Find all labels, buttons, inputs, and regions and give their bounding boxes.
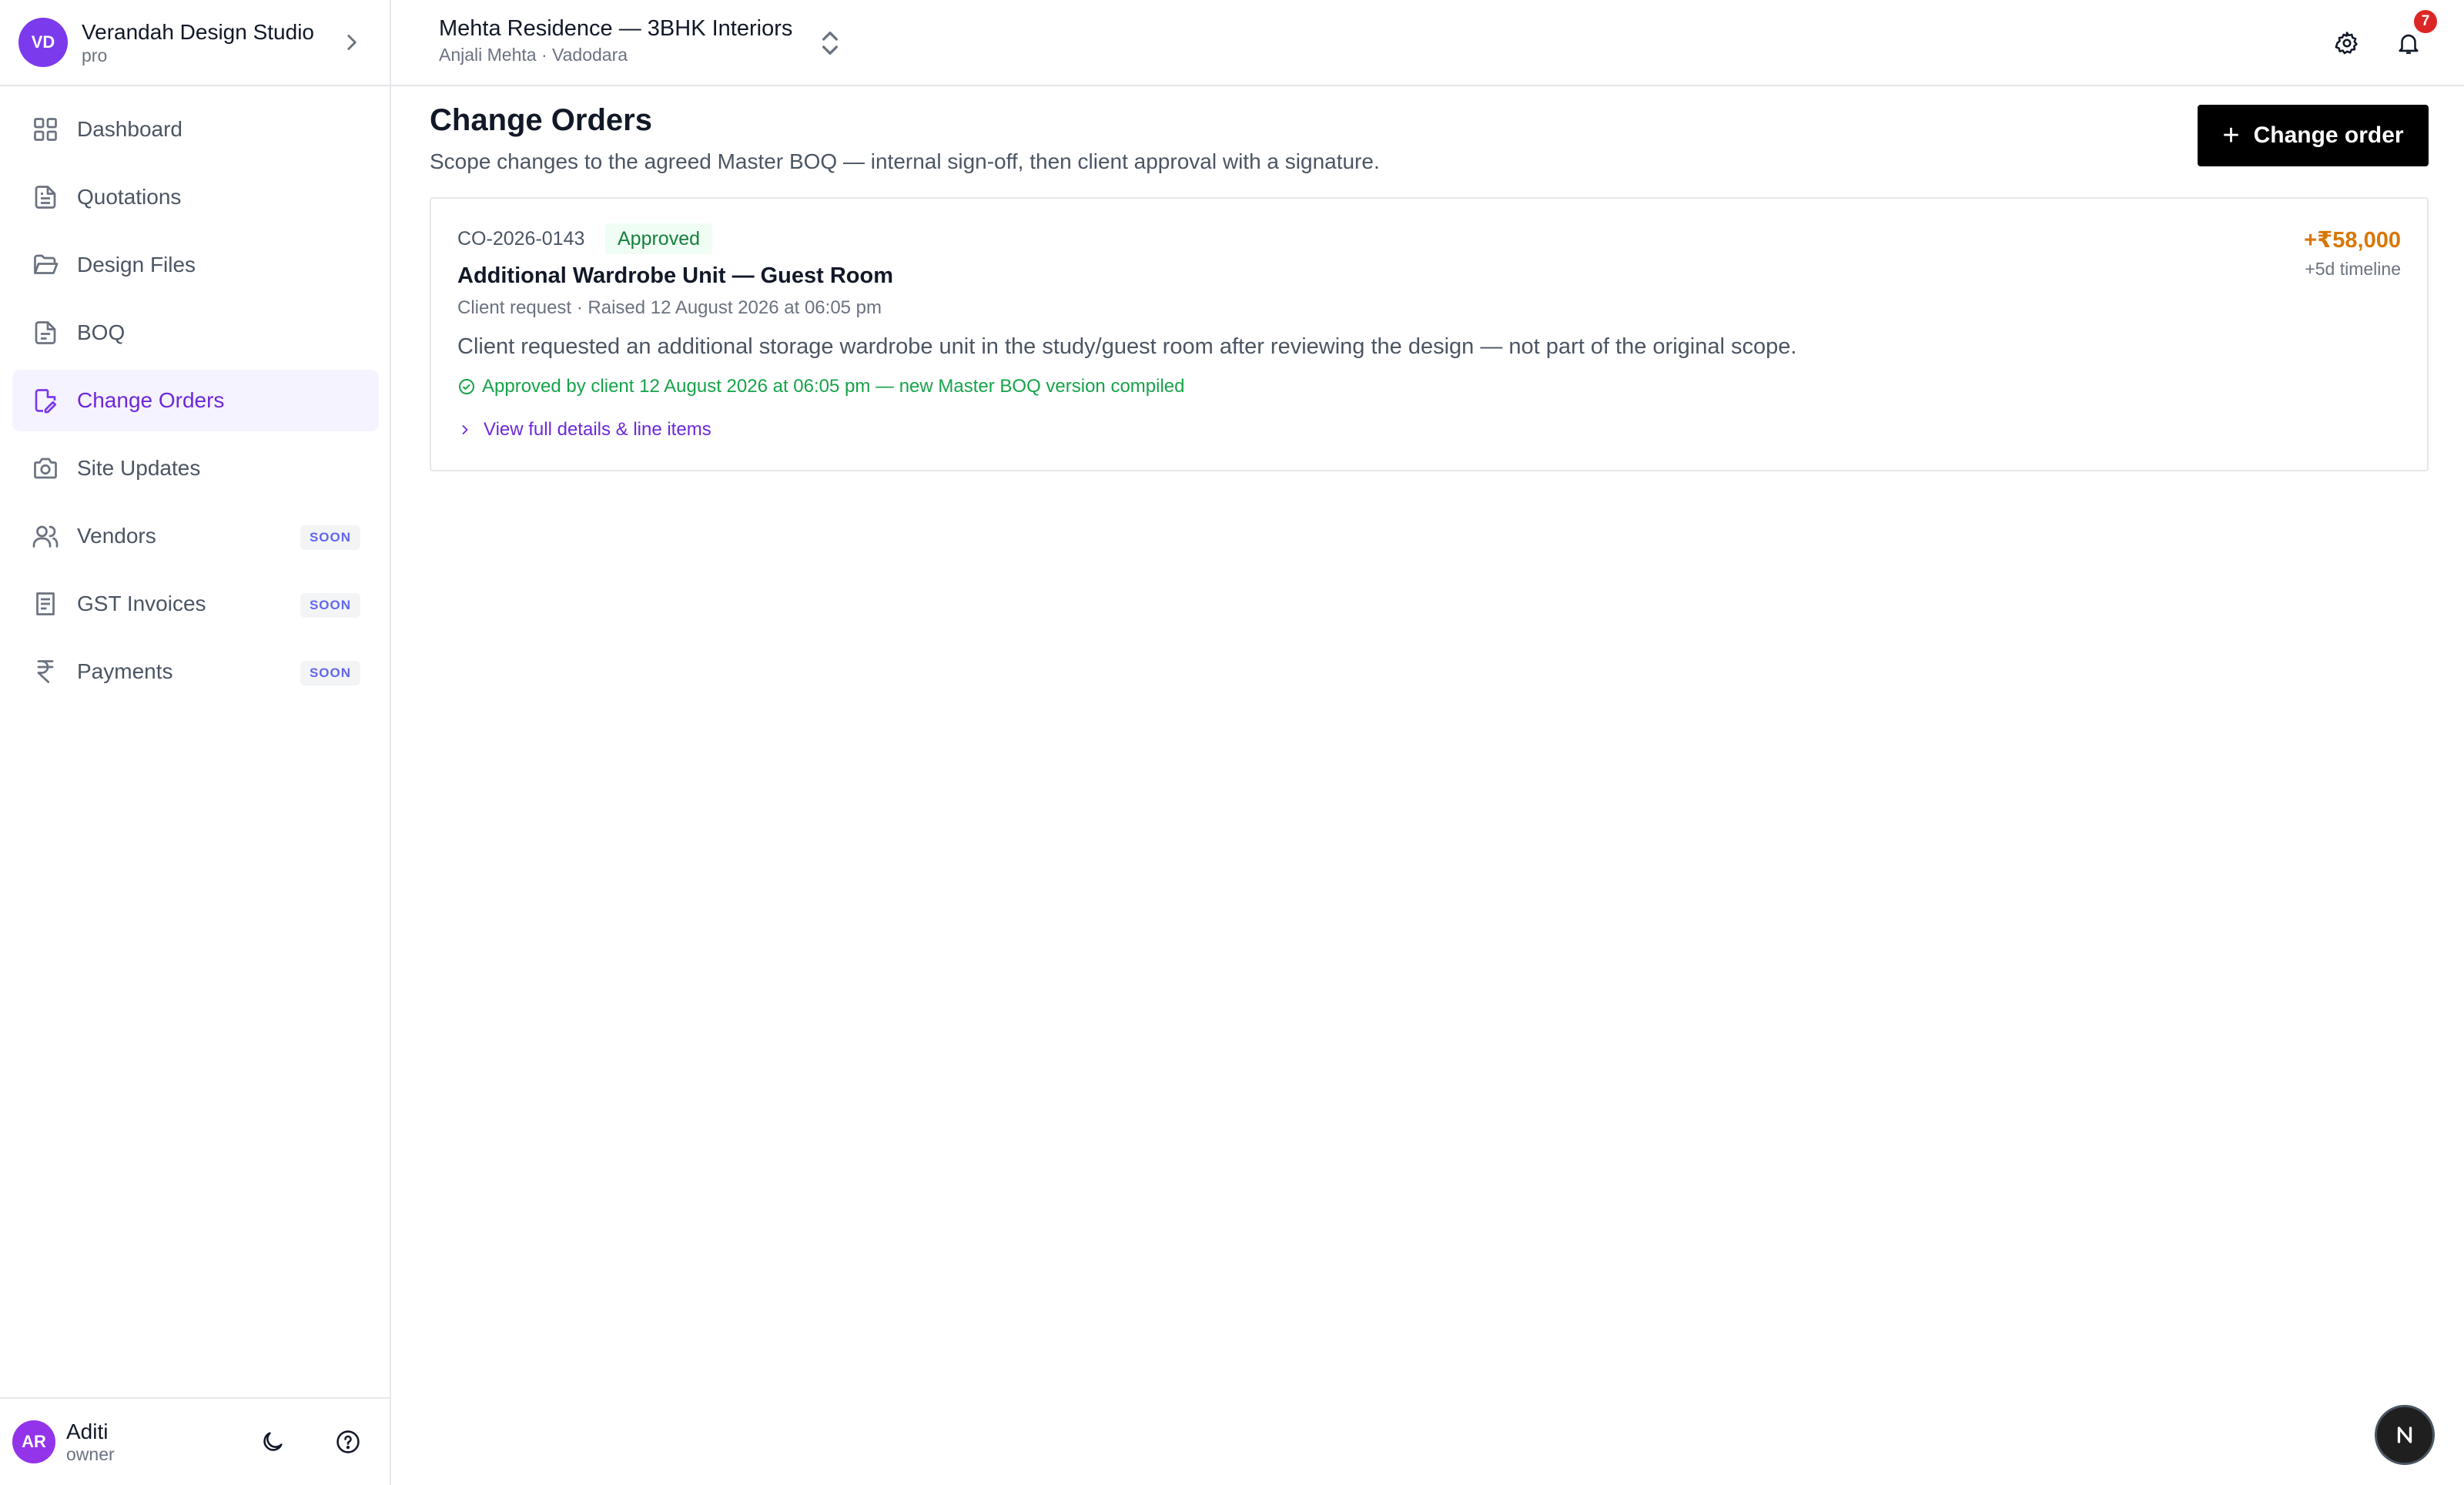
new-change-order-label: Change order	[2253, 122, 2404, 148]
sidebar-item-design-files[interactable]: Design Files	[12, 234, 379, 296]
sidebar-item-label: GST Invoices	[77, 592, 206, 615]
sidebar-item-change-orders[interactable]: Change Orders	[12, 370, 379, 431]
sidebar-item-dashboard[interactable]: Dashboard	[12, 99, 379, 160]
soon-badge: SOON	[300, 593, 360, 618]
project-name: Mehta Residence — 3BHK Interiors	[439, 16, 793, 41]
topbar: Mehta Residence — 3BHK Interiors Anjali …	[391, 0, 2464, 86]
soon-badge: SOON	[300, 661, 360, 686]
project-switcher[interactable]: Mehta Residence — 3BHK Interiors Anjali …	[439, 14, 792, 66]
workspace-switcher[interactable]: VD Verandah Design Studio pro	[0, 0, 390, 86]
change-order-timeline: +5d timeline	[2305, 259, 2401, 279]
sidebar-item-payments[interactable]: Payments SOON	[12, 641, 379, 702]
new-change-order-button[interactable]: + Change order	[2198, 105, 2429, 166]
user-footer: AR Aditi owner	[0, 1397, 390, 1485]
change-order-amount: +₹58,000	[2304, 228, 2401, 253]
approval-text: Approved by client 12 August 2026 at 06:…	[482, 376, 1185, 397]
page-title: Change Orders	[430, 103, 652, 137]
chevrons-up-down-icon[interactable]	[815, 26, 845, 60]
sidebar-nav: Dashboard Quotations Design Files BOQ Ch…	[12, 99, 379, 709]
sidebar-item-label: Payments	[77, 659, 173, 683]
change-order-meta: Client request · Raised 12 August 2026 a…	[457, 297, 882, 318]
workspace-name: Verandah Design Studio	[82, 20, 314, 44]
soon-badge: SOON	[300, 525, 360, 550]
camera-icon	[31, 454, 60, 483]
project-subtitle: Anjali Mehta · Vadodara	[439, 45, 628, 65]
bell-icon[interactable]: 7	[2393, 8, 2439, 59]
chevron-right-icon	[347, 35, 357, 50]
sidebar-item-quotations[interactable]: Quotations	[12, 166, 379, 228]
view-details-label: View full details & line items	[484, 419, 711, 440]
rupee-icon	[31, 657, 60, 686]
plus-icon: +	[2222, 119, 2240, 152]
chevron-right-icon	[462, 425, 468, 434]
view-details-link[interactable]: View full details & line items	[457, 419, 711, 441]
sidebar-item-gst-invoices[interactable]: GST Invoices SOON	[12, 573, 379, 635]
gear-icon[interactable]	[2332, 28, 2362, 59]
change-order-card[interactable]: CO-2026-0143 Approved Additional Wardrob…	[430, 197, 2429, 471]
sidebar-item-label: Vendors	[77, 524, 156, 548]
page-subtitle: Scope changes to the agreed Master BOQ —…	[430, 149, 1380, 173]
file-list-icon	[31, 318, 60, 347]
user-name: Aditi	[66, 1420, 109, 1443]
workspace-avatar: VD	[18, 18, 68, 67]
users-icon	[31, 521, 60, 551]
sidebar-item-site-updates[interactable]: Site Updates	[12, 437, 379, 499]
help-icon[interactable]	[333, 1426, 363, 1457]
file-edit-icon	[31, 386, 60, 415]
approval-status: Approved by client 12 August 2026 at 06:…	[457, 376, 1185, 397]
moon-icon[interactable]	[257, 1426, 288, 1457]
receipt-icon	[31, 589, 60, 618]
change-order-description: Client requested an additional storage w…	[457, 334, 1797, 359]
sidebar: VD Verandah Design Studio pro Dashboard …	[0, 0, 391, 1485]
next-logo-button[interactable]	[2375, 1405, 2435, 1465]
notification-count-badge: 7	[2412, 8, 2439, 35]
workspace-plan: pro	[82, 45, 108, 65]
folder-open-icon	[31, 250, 60, 280]
sidebar-item-vendors[interactable]: Vendors SOON	[12, 505, 379, 567]
sidebar-item-label: Dashboard	[77, 117, 182, 141]
avatar[interactable]: AR	[12, 1420, 55, 1463]
n-logo-icon	[2397, 1426, 2412, 1443]
sidebar-item-label: Design Files	[77, 253, 196, 277]
sidebar-item-label: BOQ	[77, 320, 126, 344]
sidebar-item-label: Change Orders	[77, 388, 225, 412]
check-circle-icon	[459, 379, 474, 394]
sidebar-item-label: Quotations	[77, 185, 182, 209]
sidebar-item-label: Site Updates	[77, 456, 201, 480]
user-role: owner	[66, 1444, 115, 1464]
grid-icon	[31, 115, 60, 144]
change-order-id: CO-2026-0143	[457, 228, 585, 250]
status-badge: Approved	[605, 223, 713, 254]
change-order-title: Additional Wardrobe Unit — Guest Room	[457, 263, 894, 288]
file-text-icon	[31, 183, 60, 212]
sidebar-item-boq[interactable]: BOQ	[12, 302, 379, 364]
